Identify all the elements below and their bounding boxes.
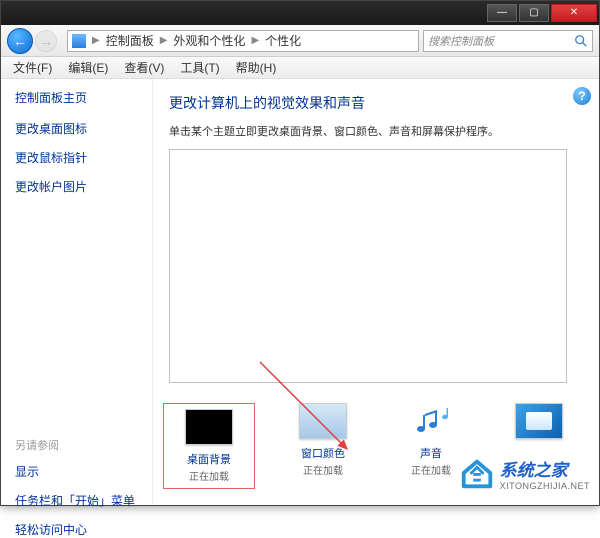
title-bar: — ▢ ✕ (1, 1, 599, 25)
sidebar-see-also-heading: 另请参阅 (15, 437, 138, 453)
menu-bar: 文件(F) 编辑(E) 查看(V) 工具(T) 帮助(H) (1, 57, 599, 79)
sidebar-link-mouse-pointer[interactable]: 更改鼠标指针 (15, 149, 138, 166)
watermark-url: XITONGZHIJIA.NET (500, 481, 590, 491)
screensaver-thumb (515, 403, 563, 439)
address-bar: ← → ▶ 控制面板 ▶ 外观和个性化 ▶ 个性化 搜索控制面板 (1, 25, 599, 57)
sidebar-link-account-picture[interactable]: 更改帐户图片 (15, 178, 138, 195)
chevron-right-icon: ▶ (158, 35, 170, 46)
menu-file[interactable]: 文件(F) (5, 57, 60, 78)
crumb-control-panel[interactable]: 控制面板 (102, 32, 158, 49)
search-icon[interactable] (574, 34, 588, 48)
setting-status: 正在加载 (169, 468, 249, 483)
setting-label: 窗口颜色 (283, 445, 363, 461)
arrow-left-icon: ← (13, 33, 27, 49)
close-button[interactable]: ✕ (551, 4, 597, 22)
nav-arrows: ← → (1, 28, 63, 54)
setting-status: 正在加载 (283, 462, 363, 477)
control-panel-icon (72, 34, 86, 48)
sidebar-link-desktop-icons[interactable]: 更改桌面图标 (15, 120, 138, 137)
desktop-background-thumb (185, 409, 233, 445)
menu-tools[interactable]: 工具(T) (172, 57, 227, 78)
minimize-button[interactable]: — (487, 4, 517, 22)
watermark-brand: 系统之家 (500, 456, 590, 481)
crumb-personalization[interactable]: 个性化 (261, 32, 305, 49)
sidebar-home-link[interactable]: 控制面板主页 (15, 89, 138, 106)
chevron-right-icon: ▶ (249, 35, 261, 46)
search-input[interactable]: 搜索控制面板 (423, 30, 593, 52)
forward-button[interactable]: → (35, 30, 57, 52)
sidebar: 控制面板主页 更改桌面图标 更改鼠标指针 更改帐户图片 另请参阅 显示 任务栏和… (1, 79, 153, 505)
menu-help[interactable]: 帮助(H) (228, 57, 285, 78)
setting-desktop-background[interactable]: 桌面背景 正在加载 (163, 403, 255, 489)
crumb-appearance[interactable]: 外观和个性化 (169, 32, 249, 49)
help-icon[interactable]: ? (573, 87, 591, 105)
watermark: 系统之家 XITONGZHIJIA.NET (458, 454, 590, 492)
sound-icon (407, 403, 455, 439)
back-button[interactable]: ← (7, 28, 33, 54)
maximize-button[interactable]: ▢ (519, 4, 549, 22)
window-color-thumb (299, 403, 347, 439)
main-content: ? 更改计算机上的视觉效果和声音 单击某个主题立即更改桌面背景、窗口颜色、声音和… (153, 79, 599, 505)
breadcrumb[interactable]: ▶ 控制面板 ▶ 外观和个性化 ▶ 个性化 (67, 30, 419, 52)
sidebar-link-ease-of-access[interactable]: 轻松访问中心 (15, 521, 138, 538)
setting-label: 桌面背景 (169, 451, 249, 467)
watermark-icon (458, 454, 496, 492)
search-placeholder: 搜索控制面板 (428, 33, 494, 49)
sidebar-link-taskbar[interactable]: 任务栏和「开始」菜单 (15, 492, 138, 509)
setting-window-color[interactable]: 窗口颜色 正在加载 (283, 403, 363, 477)
chevron-right-icon: ▶ (90, 35, 102, 46)
arrow-right-icon: → (39, 33, 53, 49)
app-window: — ▢ ✕ ← → ▶ 控制面板 ▶ 外观和个性化 ▶ 个性化 搜索控制面板 文… (0, 0, 600, 506)
setting-screensaver[interactable] (499, 403, 579, 445)
page-subtitle: 单击某个主题立即更改桌面背景、窗口颜色、声音和屏幕保护程序。 (169, 123, 581, 139)
menu-edit[interactable]: 编辑(E) (60, 57, 116, 78)
body: 控制面板主页 更改桌面图标 更改鼠标指针 更改帐户图片 另请参阅 显示 任务栏和… (1, 79, 599, 505)
themes-panel[interactable] (169, 149, 567, 383)
menu-view[interactable]: 查看(V) (116, 57, 172, 78)
page-title: 更改计算机上的视觉效果和声音 (169, 93, 581, 113)
sidebar-link-display[interactable]: 显示 (15, 463, 138, 480)
